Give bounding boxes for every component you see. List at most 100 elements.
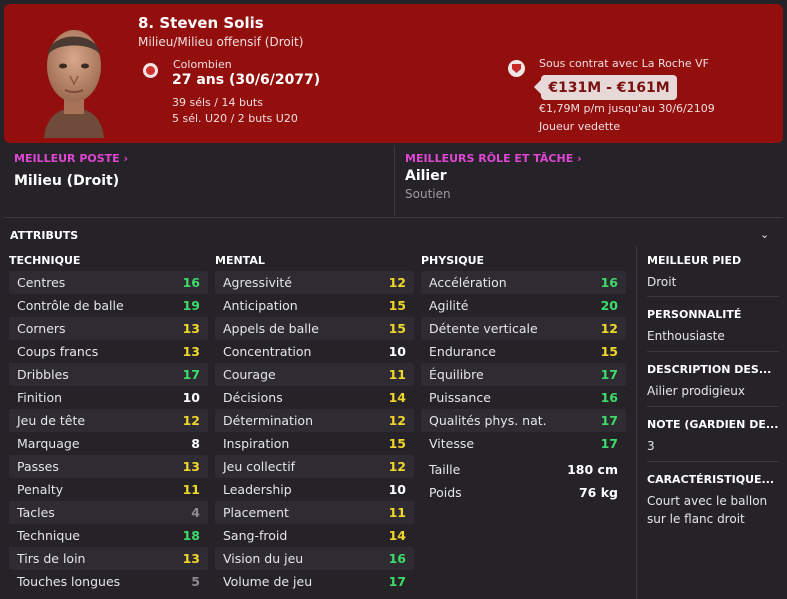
- best-foot-title: MEILLEUR PIED: [647, 254, 742, 267]
- attribute-row[interactable]: Courage 11: [215, 363, 414, 386]
- attribute-value: 17: [600, 436, 618, 451]
- attribute-row[interactable]: Agilité 20: [421, 294, 626, 317]
- attribute-value: 12: [388, 413, 406, 428]
- attribute-label: Qualités phys. nat.: [429, 413, 547, 428]
- player-name: 8. Steven Solis: [138, 14, 264, 32]
- attribute-row[interactable]: Leadership 10: [215, 478, 414, 501]
- attribute-row[interactable]: Détermination 12: [215, 409, 414, 432]
- attribute-value: 17: [182, 367, 200, 382]
- personality-title: PERSONNALITÉ: [647, 308, 742, 321]
- attribute-value: 17: [388, 574, 406, 589]
- gk-rating-block: NOTE (GARDIEN DE... 3: [647, 418, 781, 455]
- mental-header: MENTAL: [215, 254, 265, 267]
- attribute-label: Tirs de loin: [17, 551, 86, 566]
- attribute-row[interactable]: Volume de jeu 17: [215, 570, 414, 593]
- attribute-label: Placement: [223, 505, 289, 520]
- best-foot-block: MEILLEUR PIED Droit: [647, 254, 781, 291]
- transfer-value: €131M - €161M: [541, 75, 677, 100]
- attribute-row[interactable]: Détente verticale 12: [421, 317, 626, 340]
- attribute-row[interactable]: Contrôle de balle 19: [9, 294, 208, 317]
- attribute-label: Leadership: [223, 482, 292, 497]
- attribute-row[interactable]: Puissance 16: [421, 386, 626, 409]
- attribute-row[interactable]: Passes 13: [9, 455, 208, 478]
- best-foot-value: Droit: [647, 275, 677, 289]
- attribute-row[interactable]: Tacles 4: [9, 501, 208, 524]
- chevron-down-icon[interactable]: ⌄: [760, 228, 769, 241]
- attribute-row[interactable]: Inspiration 15: [215, 432, 414, 455]
- attribute-value: 15: [600, 344, 618, 359]
- attribute-value: 4: [191, 505, 200, 520]
- player-face-image: [44, 30, 104, 138]
- weight-label: Poids: [429, 485, 462, 500]
- attribute-row[interactable]: Sang-froid 14: [215, 524, 414, 547]
- divider: [647, 296, 779, 297]
- attribute-label: Puissance: [429, 390, 491, 405]
- attribute-row[interactable]: Vitesse 17: [421, 432, 626, 455]
- attribute-label: Passes: [17, 459, 59, 474]
- attribute-row[interactable]: Corners 13: [9, 317, 208, 340]
- weight-row: Poids 76 kg: [421, 481, 626, 504]
- player-caps: 39 séls / 14 buts: [172, 96, 263, 109]
- attribute-row[interactable]: Marquage 8: [9, 432, 208, 455]
- attribute-value: 20: [600, 298, 618, 313]
- attribute-row[interactable]: Technique 18: [9, 524, 208, 547]
- attribute-row[interactable]: Finition 10: [9, 386, 208, 409]
- attribute-row[interactable]: Équilibre 17: [421, 363, 626, 386]
- best-position-link[interactable]: MEILLEUR POSTE ›: [14, 152, 128, 165]
- attribute-row[interactable]: Agressivité 12: [215, 271, 414, 294]
- attribute-row[interactable]: Anticipation 15: [215, 294, 414, 317]
- attribute-value: 18: [182, 528, 200, 543]
- attribute-row[interactable]: Concentration 10: [215, 340, 414, 363]
- attribute-row[interactable]: Centres 16: [9, 271, 208, 294]
- attribute-value: 12: [388, 459, 406, 474]
- attribute-label: Inspiration: [223, 436, 290, 451]
- attribute-value: 13: [182, 344, 200, 359]
- attribute-row[interactable]: Tirs de loin 13: [9, 547, 208, 570]
- height-row: Taille 180 cm: [421, 458, 626, 481]
- attribute-label: Vitesse: [429, 436, 475, 451]
- contract-club[interactable]: Sous contrat avec La Roche VF: [539, 57, 709, 70]
- attribute-label: Contrôle de balle: [17, 298, 124, 313]
- best-role-panel: MEILLEURS RÔLE ET TÂCHE › Ailier Soutien: [394, 146, 783, 216]
- attribute-label: Anticipation: [223, 298, 298, 313]
- attribute-value: 16: [388, 551, 406, 566]
- attribute-row[interactable]: Qualités phys. nat. 17: [421, 409, 626, 432]
- attribute-row[interactable]: Touches longues 5: [9, 570, 208, 593]
- attribute-row[interactable]: Accélération 16: [421, 271, 626, 294]
- attribute-row[interactable]: Jeu de tête 12: [9, 409, 208, 432]
- attribute-row[interactable]: Décisions 14: [215, 386, 414, 409]
- attribute-value: 16: [182, 275, 200, 290]
- attribute-value: 12: [388, 275, 406, 290]
- attribute-label: Jeu collectif: [223, 459, 296, 474]
- attribute-row[interactable]: Coups francs 13: [9, 340, 208, 363]
- attribute-row[interactable]: Jeu collectif 12: [215, 455, 414, 478]
- best-role-link[interactable]: MEILLEURS RÔLE ET TÂCHE ›: [405, 152, 582, 165]
- attribute-value: 5: [191, 574, 200, 589]
- player-u20-caps: 5 sél. U20 / 2 buts U20: [172, 112, 298, 125]
- attribute-value: 12: [600, 321, 618, 336]
- attribute-value: 13: [182, 459, 200, 474]
- attribute-row[interactable]: Penalty 11: [9, 478, 208, 501]
- attribute-row[interactable]: Dribbles 17: [9, 363, 208, 386]
- attribute-value: 8: [191, 436, 200, 451]
- colombia-flag-icon: [143, 63, 158, 78]
- attribute-label: Appels de balle: [223, 321, 319, 336]
- attributes-title: ATTRIBUTS: [10, 229, 79, 242]
- attribute-row[interactable]: Vision du jeu 16: [215, 547, 414, 570]
- attribute-row[interactable]: Placement 11: [215, 501, 414, 524]
- description-title: DESCRIPTION DES...: [647, 363, 772, 376]
- attribute-label: Corners: [17, 321, 66, 336]
- height-value: 180 cm: [567, 462, 618, 477]
- attribute-label: Agilité: [429, 298, 469, 313]
- best-position-panel: MEILLEUR POSTE › Milieu (Droit): [4, 146, 393, 216]
- description-value: Ailier prodigieux: [647, 384, 745, 398]
- attribute-value: 10: [388, 344, 406, 359]
- attribute-row[interactable]: Endurance 15: [421, 340, 626, 363]
- attribute-value: 14: [388, 390, 406, 405]
- attribute-value: 11: [182, 482, 200, 497]
- attribute-value: 13: [182, 321, 200, 336]
- physique-list: Accélération 16 Agilité 20 Détente verticale…: [421, 271, 626, 455]
- attribute-label: Technique: [17, 528, 80, 543]
- technique-list: Centres 16 Contrôle de balle 19 Corners 13 Cou…: [9, 271, 208, 593]
- attribute-row[interactable]: Appels de balle 15: [215, 317, 414, 340]
